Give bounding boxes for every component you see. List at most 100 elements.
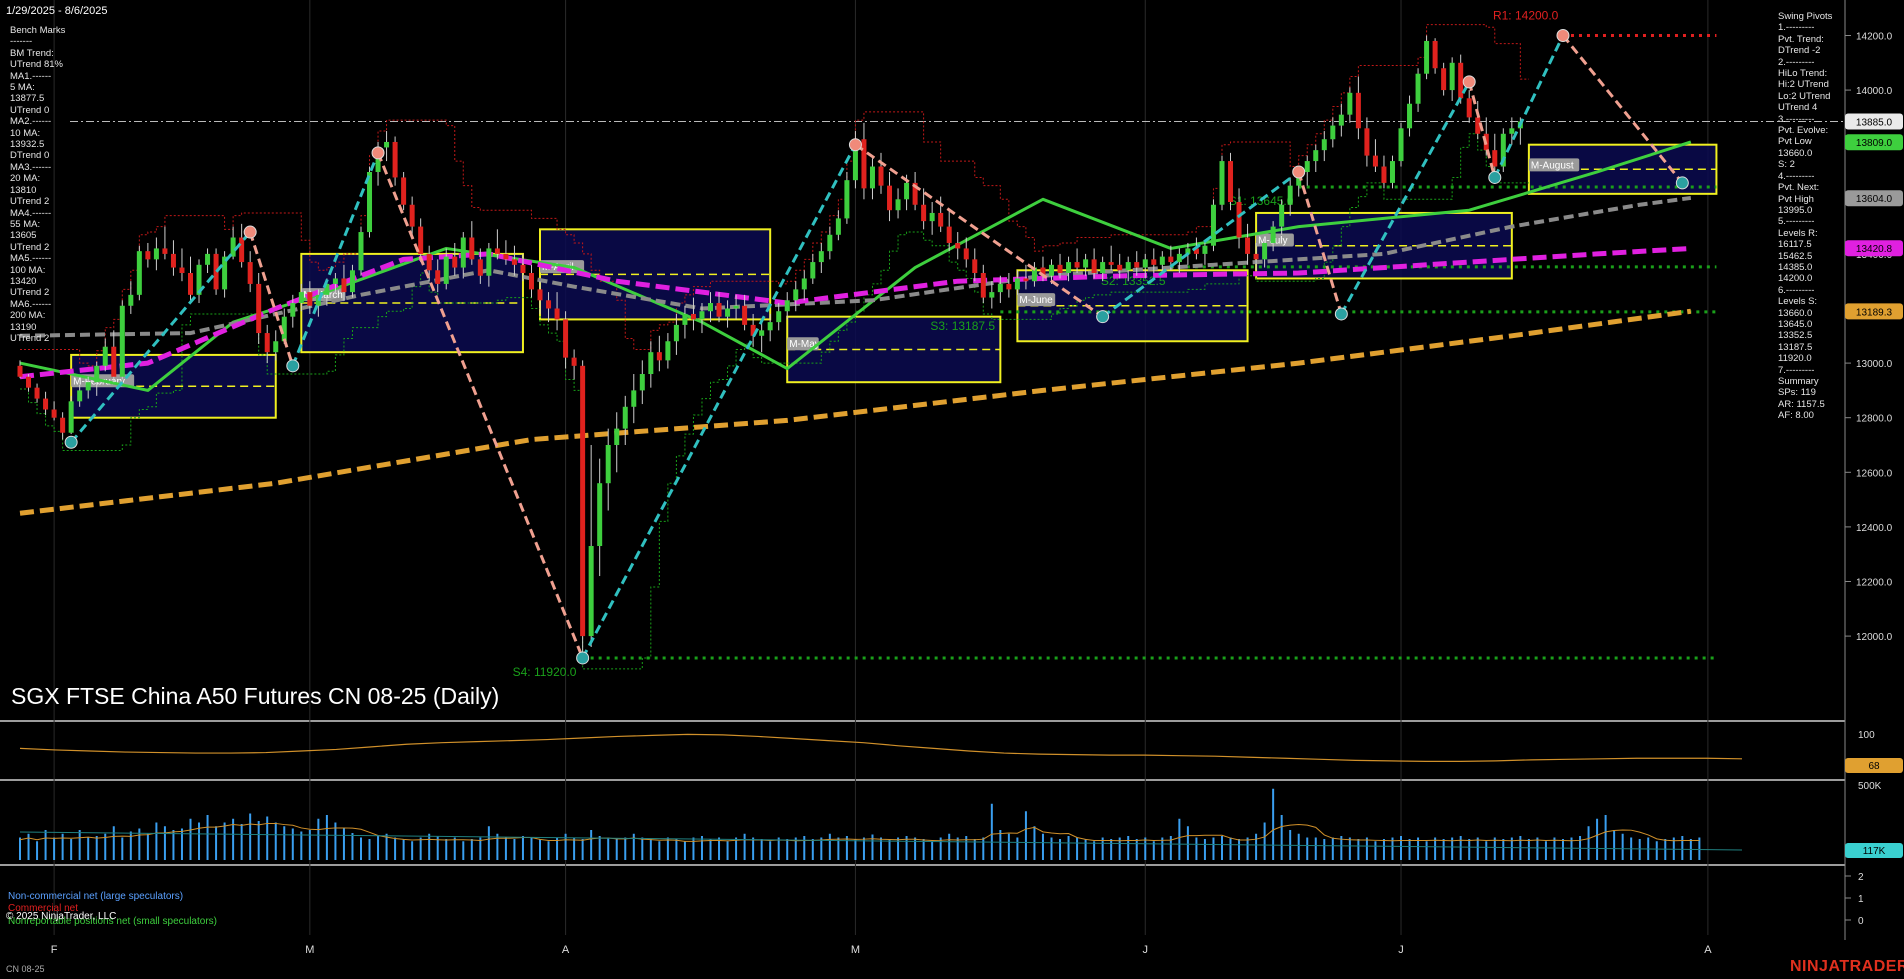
candle-body bbox=[136, 251, 142, 295]
candle-body bbox=[818, 251, 824, 263]
candle-body bbox=[494, 248, 500, 254]
swing-pivot-marker bbox=[848, 138, 862, 152]
candle-body bbox=[1424, 40, 1430, 74]
candle-body bbox=[946, 226, 952, 243]
candle-body bbox=[742, 305, 748, 325]
candle-body bbox=[1236, 202, 1242, 238]
candle bbox=[648, 341, 654, 388]
candle-body bbox=[1262, 242, 1268, 260]
candle-body bbox=[239, 237, 245, 263]
candle bbox=[580, 360, 586, 658]
candle bbox=[1441, 62, 1447, 96]
pivot-level-label: R1: 14200.0 bbox=[1493, 8, 1559, 22]
candle-body bbox=[648, 352, 654, 375]
benchmarks-panel: Bench Marks ------- BM Trend: UTrend 81%… bbox=[10, 25, 66, 344]
candle-body bbox=[972, 259, 978, 274]
candle-body bbox=[801, 278, 807, 290]
candle-body bbox=[929, 212, 935, 222]
candle bbox=[1475, 101, 1481, 140]
candle-body bbox=[827, 234, 833, 252]
cot-axis-label: 1 bbox=[1858, 894, 1864, 905]
candle bbox=[801, 270, 807, 301]
candle bbox=[1338, 103, 1344, 137]
candle bbox=[1407, 95, 1413, 137]
candle bbox=[1424, 35, 1430, 80]
candle-body bbox=[179, 267, 185, 274]
candle bbox=[563, 311, 569, 369]
candle bbox=[205, 248, 211, 274]
candle-body bbox=[1210, 204, 1216, 246]
swing-pivot-marker bbox=[1096, 310, 1110, 324]
candle bbox=[1108, 245, 1114, 271]
candle-body bbox=[384, 141, 390, 148]
candle bbox=[119, 300, 125, 380]
candle-body bbox=[588, 546, 594, 637]
candle-body bbox=[486, 248, 492, 276]
volume-average-line bbox=[19, 822, 1700, 842]
candle bbox=[759, 322, 765, 353]
candle bbox=[1381, 155, 1387, 189]
candle bbox=[887, 171, 893, 222]
candle bbox=[162, 226, 168, 260]
candle bbox=[776, 303, 782, 331]
candle bbox=[929, 202, 935, 235]
candle-body bbox=[571, 357, 577, 366]
candle bbox=[247, 251, 253, 293]
candle bbox=[145, 242, 151, 268]
candle-body bbox=[1151, 259, 1157, 265]
candle-body bbox=[230, 237, 236, 257]
swing-pivot-marker bbox=[1292, 165, 1306, 179]
candle-body bbox=[1441, 68, 1447, 91]
swing-pivot-marker bbox=[1675, 176, 1689, 190]
candle-body bbox=[349, 270, 355, 293]
candle-body bbox=[1407, 103, 1413, 129]
candle-body bbox=[307, 292, 313, 306]
candle bbox=[1466, 90, 1472, 123]
candle-body bbox=[1338, 114, 1344, 126]
candle-body bbox=[1270, 226, 1276, 243]
candle bbox=[955, 232, 961, 260]
swing-pivot-marker bbox=[1556, 28, 1570, 42]
candle-body bbox=[119, 305, 125, 377]
candle-body bbox=[1466, 98, 1472, 118]
candle-body bbox=[77, 390, 83, 402]
x-axis-month-label: F bbox=[51, 944, 58, 956]
candle-body bbox=[85, 382, 91, 391]
candle-body bbox=[1372, 155, 1378, 167]
oscillator-value: 68 bbox=[1868, 761, 1880, 772]
swing-pivot-marker bbox=[576, 651, 590, 665]
candle bbox=[1304, 155, 1310, 186]
copyright: © 2025 NinjaTrader, LLC bbox=[6, 911, 117, 922]
candle-body bbox=[43, 398, 49, 410]
candle-body bbox=[435, 270, 441, 284]
candle bbox=[392, 136, 398, 186]
candle bbox=[605, 428, 611, 511]
price-axis-label: 14000.0 bbox=[1856, 86, 1893, 97]
candle-body bbox=[767, 322, 773, 331]
candle-body bbox=[554, 308, 560, 320]
candle-body bbox=[759, 330, 765, 336]
candle bbox=[1219, 155, 1225, 211]
candle-body bbox=[1048, 264, 1054, 276]
price-axis-label: 12000.0 bbox=[1856, 632, 1893, 643]
candle bbox=[187, 256, 193, 304]
candle-body bbox=[725, 308, 731, 317]
candle bbox=[170, 240, 176, 276]
candle bbox=[111, 330, 117, 383]
volume-value: 117K bbox=[1863, 846, 1886, 857]
price-tag-label: 13885.0 bbox=[1856, 117, 1893, 128]
candle-body bbox=[1006, 283, 1012, 290]
swing-leg bbox=[1467, 81, 1497, 178]
candle-body bbox=[580, 365, 586, 637]
swing-pivot-marker bbox=[371, 146, 385, 160]
candle bbox=[614, 412, 620, 473]
candle bbox=[622, 395, 628, 445]
candle-body bbox=[443, 256, 449, 284]
candle-body bbox=[528, 273, 534, 290]
x-axis-month-label: M bbox=[851, 944, 860, 956]
candle-body bbox=[520, 264, 526, 274]
price-tag-label: 13189.3 bbox=[1856, 307, 1893, 318]
swing-pivot-marker bbox=[286, 359, 300, 373]
candle-body bbox=[469, 237, 475, 260]
candle-body bbox=[639, 374, 645, 391]
